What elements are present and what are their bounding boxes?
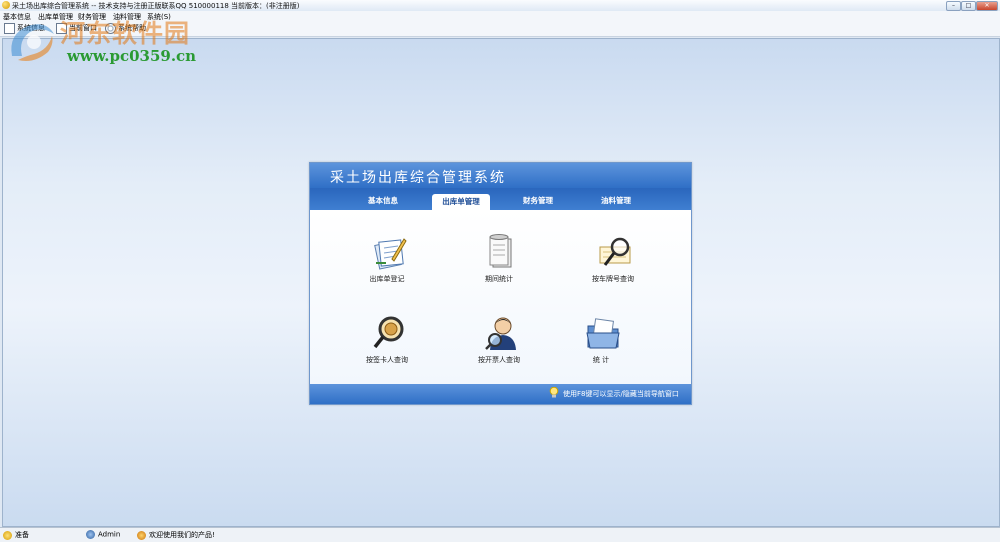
watermark-logo-icon <box>11 24 54 61</box>
minimize-button[interactable]: – <box>946 1 961 11</box>
tile-query-by-card-signer[interactable]: 按签卡人查询 <box>332 314 442 382</box>
register-document-icon <box>374 238 407 270</box>
tab-fuel-management[interactable]: 油料管理 <box>582 193 650 208</box>
tile-label: 按开票人查询 <box>478 356 520 364</box>
tab-finance-management[interactable]: 财务管理 <box>505 193 571 208</box>
navigation-hint: 使用F8键可以显示/隐藏当前导航窗口 <box>563 390 679 398</box>
info-icon <box>137 530 146 540</box>
magnifier-document-icon <box>599 237 631 266</box>
tile-label: 出库单登记 <box>369 275 405 283</box>
lightbulb-icon <box>549 387 559 398</box>
tile-query-by-plate[interactable]: 按车牌号查询 <box>558 233 668 301</box>
tile-query-by-invoicer[interactable]: 按开票人查询 <box>444 314 554 382</box>
panel-header: 采土场出库综合管理系统 <box>310 163 691 188</box>
tab-outbound-management[interactable]: 出库单管理 <box>432 194 490 210</box>
scroll-statistics-icon <box>489 234 512 268</box>
status-user: Admin <box>86 530 120 539</box>
status-bar: 准备 Admin 欢迎使用我们的产品! <box>0 527 1000 542</box>
panel-body: 出库单登记 期间统计 按车牌号查询 按签卡人查询 按开票人查询 统 计 <box>310 210 691 385</box>
status-welcome: 欢迎使用我们的产品! <box>137 530 215 540</box>
watermark-brand: 河东软件园 <box>60 19 191 48</box>
maximize-button[interactable]: □ <box>961 1 976 11</box>
folder-documents-icon <box>586 318 620 349</box>
panel-title: 采土场出库综合管理系统 <box>330 170 506 186</box>
watermark-url: www.pc0359.cn <box>67 47 197 65</box>
tile-period-statistics[interactable]: 期间统计 <box>444 233 554 301</box>
magnifier-coin-icon <box>373 316 404 349</box>
tile-label: 期间统计 <box>485 275 513 283</box>
navigation-panel: 采土场出库综合管理系统 基本信息 出库单管理 财务管理 油料管理 出库单登记 期… <box>309 162 692 405</box>
tile-outbound-register[interactable]: 出库单登记 <box>332 233 442 301</box>
tile-label: 统 计 <box>592 356 610 364</box>
window-title: 采土场出库综合管理系统 -- 技术支持与注册正版联系QQ 510000118 当… <box>12 2 300 10</box>
tab-bar: 基本信息 出库单管理 财务管理 油料管理 <box>310 188 691 210</box>
tile-statistics[interactable]: 统 计 <box>546 314 656 382</box>
status-ready: 准备 <box>3 530 29 540</box>
user-icon <box>86 530 95 539</box>
close-button[interactable]: ✕ <box>976 1 998 11</box>
tab-basic-info[interactable]: 基本信息 <box>348 193 418 208</box>
app-icon <box>2 1 10 9</box>
status-state-text: 准备 <box>15 531 29 539</box>
tile-label: 按车牌号查询 <box>592 275 634 283</box>
status-welcome-text: 欢迎使用我们的产品! <box>149 531 215 539</box>
panel-footer: 使用F8键可以显示/隐藏当前导航窗口 <box>310 384 691 404</box>
status-user-text: Admin <box>98 530 121 539</box>
ready-icon <box>3 530 12 540</box>
tile-label: 按签卡人查询 <box>366 356 408 364</box>
person-search-icon <box>485 317 516 350</box>
